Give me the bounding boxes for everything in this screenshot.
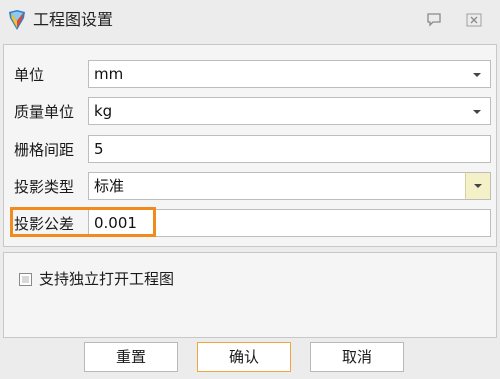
options-panel: 支持独立打开工程图	[3, 252, 497, 338]
close-icon[interactable]	[464, 11, 484, 29]
grid-spacing-input[interactable]: 5	[88, 135, 491, 163]
projection-type-row: 投影类型 标准	[4, 170, 496, 204]
mass-unit-row: 质量单位 kg	[4, 95, 496, 129]
grid-spacing-label: 栅格间距	[14, 141, 75, 159]
grid-spacing-value: 5	[94, 140, 104, 158]
unit-row: 单位 mm	[4, 58, 496, 92]
projection-type-label: 投影类型	[14, 178, 75, 196]
grid-spacing-row: 栅格间距 5	[4, 133, 496, 167]
chevron-down-icon[interactable]	[474, 184, 482, 188]
unit-label: 单位	[14, 66, 45, 84]
cancel-button[interactable]: 取消	[310, 342, 404, 372]
independent-open-checkbox[interactable]	[19, 273, 32, 286]
mass-unit-select[interactable]: kg	[88, 97, 491, 125]
title-bar: 工程图设置	[0, 0, 500, 40]
settings-form: 单位 mm 质量单位 kg 栅格间距 5 投影类型 标准 投影公差 0.001	[3, 44, 497, 247]
projection-type-select[interactable]: 标准	[88, 172, 491, 200]
chevron-down-icon[interactable]	[473, 110, 481, 114]
unit-select[interactable]: mm	[88, 60, 491, 88]
dropdown-button[interactable]	[465, 173, 490, 199]
projection-type-value: 标准	[94, 177, 125, 195]
chevron-down-icon[interactable]	[473, 73, 481, 77]
highlight-box	[10, 207, 156, 237]
unit-value: mm	[94, 65, 124, 83]
window-title: 工程图设置	[33, 10, 114, 29]
mass-unit-label: 质量单位	[14, 103, 75, 121]
reset-button[interactable]: 重置	[84, 342, 178, 372]
help-icon[interactable]	[424, 11, 444, 29]
independent-open-label[interactable]: 支持独立打开工程图	[39, 269, 174, 289]
app-logo-icon	[9, 10, 25, 30]
drawing-settings-dialog: 工程图设置 单位 mm 质量单位 kg 栅格间距 5 投影类型 标准 投影公差 …	[0, 0, 500, 379]
confirm-button[interactable]: 确认	[197, 342, 291, 372]
mass-unit-value: kg	[94, 102, 113, 120]
